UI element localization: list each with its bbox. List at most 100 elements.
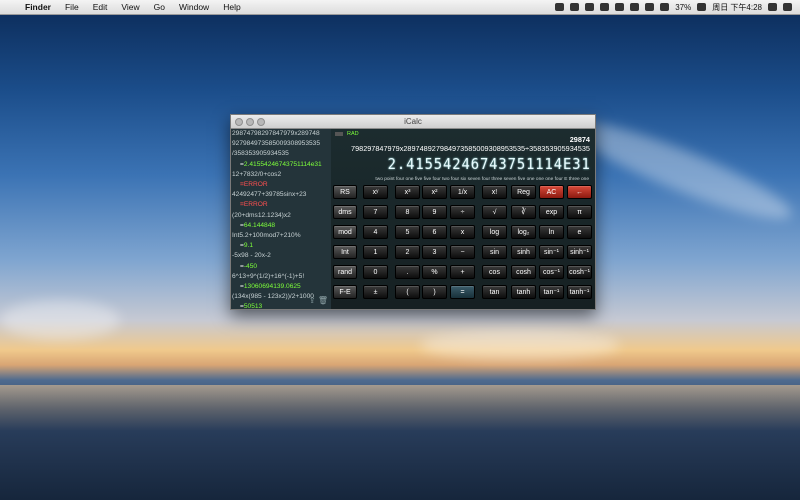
key-r3c4[interactable]: sin (482, 245, 507, 259)
volume-icon[interactable] (645, 3, 655, 11)
search-icon[interactable] (768, 3, 777, 11)
cloud (0, 300, 120, 340)
key-r0c4[interactable]: x! (482, 185, 507, 199)
menu-finder[interactable]: Finder (18, 2, 58, 12)
key-r0c0[interactable]: xʸ (363, 185, 388, 199)
key-r4c7[interactable]: cosh⁻¹ (567, 265, 592, 279)
history-expression[interactable]: 6^13+9^(1/2)+16^(-1)+5! (232, 272, 332, 282)
menu-help[interactable]: Help (216, 2, 247, 12)
history-result[interactable]: =13060694139.0625 (232, 282, 332, 292)
history-expression[interactable]: /358353905934535 (232, 149, 332, 159)
key-mod[interactable]: mod (333, 225, 357, 239)
share-icon[interactable]: ⇪ (309, 296, 316, 305)
menu-view[interactable]: View (114, 2, 146, 12)
display-icon[interactable] (600, 3, 610, 11)
key-r3c7[interactable]: sinh⁻¹ (567, 245, 592, 259)
menu-go[interactable]: Go (147, 2, 172, 12)
key-r2c0[interactable]: 4 (363, 225, 388, 239)
history-expression[interactable]: 12+7832/0+cos2 (232, 170, 332, 180)
key-r1c6[interactable]: exp (539, 205, 564, 219)
weibo-icon[interactable] (570, 3, 580, 11)
key-r5c4[interactable]: tan (482, 285, 507, 299)
menu-edit[interactable]: Edit (86, 2, 115, 12)
key-r3c0[interactable]: 1 (363, 245, 388, 259)
s-icon[interactable] (660, 3, 670, 11)
key-r4c5[interactable]: cosh (511, 265, 536, 279)
menu-file[interactable]: File (58, 2, 86, 12)
key-r3c6[interactable]: sin⁻¹ (539, 245, 564, 259)
key-r1c1[interactable]: 8 (395, 205, 420, 219)
key-r4c4[interactable]: cos (482, 265, 507, 279)
key-r5c2[interactable]: ) (422, 285, 447, 299)
key-r0c1[interactable]: x³ (395, 185, 420, 199)
key-r1c3[interactable]: ÷ (450, 205, 475, 219)
key-r4c0[interactable]: 0 (363, 265, 388, 279)
history-expression[interactable]: 927984973585009308953535 (232, 139, 332, 149)
key-int[interactable]: Int (333, 245, 357, 259)
key-r3c1[interactable]: 2 (395, 245, 420, 259)
window-title: iCalc (404, 117, 422, 126)
key-r0c5[interactable]: Reg (511, 185, 536, 199)
history-expression[interactable]: Int5.2+100mod7+210% (232, 231, 332, 241)
key-r5c7[interactable]: tanh⁻¹ (567, 285, 592, 299)
key-r5c5[interactable]: tanh (511, 285, 536, 299)
key-r2c6[interactable]: ln (539, 225, 564, 239)
key-r1c0[interactable]: 7 (363, 205, 388, 219)
key-r0c2[interactable]: x² (422, 185, 447, 199)
key-r2c7[interactable]: e (567, 225, 592, 239)
key-r0c3[interactable]: 1/x (450, 185, 475, 199)
history-error[interactable]: =ERROR (232, 180, 332, 190)
sea (0, 385, 800, 500)
key-r4c1[interactable]: . (395, 265, 420, 279)
wifi-icon[interactable] (615, 3, 625, 11)
minimize-button[interactable] (246, 118, 254, 126)
key-r4c6[interactable]: cos⁻¹ (539, 265, 564, 279)
key-r2c3[interactable]: x (450, 225, 475, 239)
history-expression[interactable]: 42492477+39785sinx+23 (232, 190, 332, 200)
key-r4c2[interactable]: % (422, 265, 447, 279)
key-dms[interactable]: dms (333, 205, 357, 219)
key-r2c5[interactable]: log₂ (511, 225, 536, 239)
history-error[interactable]: =ERROR (232, 200, 332, 210)
key-r2c4[interactable]: log (482, 225, 507, 239)
history-result[interactable]: =64.144848 (232, 221, 332, 231)
history-panel[interactable]: 29874798297847979x289748 9279849735850093… (231, 129, 332, 309)
qq-icon[interactable] (555, 3, 565, 11)
key-rs[interactable]: RS (333, 185, 357, 199)
key-r0c7[interactable]: ← (567, 185, 592, 199)
key-r5c1[interactable]: ( (395, 285, 420, 299)
title-bar[interactable]: iCalc (231, 115, 595, 129)
history-result[interactable]: =-450 (232, 262, 332, 272)
key-r5c6[interactable]: tan⁻¹ (539, 285, 564, 299)
history-expression[interactable]: (20+dms12.1234)x2 (232, 211, 332, 221)
notifications-icon[interactable] (783, 3, 792, 11)
history-result[interactable]: =2.41554246743751114e31 (232, 160, 332, 170)
sync-icon[interactable] (585, 3, 595, 11)
history-result[interactable]: =9.1 (232, 241, 332, 251)
key-r1c7[interactable]: π (567, 205, 592, 219)
battery-percent[interactable]: 37% (675, 3, 691, 12)
key-r2c1[interactable]: 5 (395, 225, 420, 239)
history-expression[interactable]: 29874798297847979x289748 (232, 129, 332, 139)
key-r5c3[interactable]: = (450, 285, 475, 299)
key-r3c3[interactable]: − (450, 245, 475, 259)
key-f-e[interactable]: F-E (333, 285, 357, 299)
key-r2c2[interactable]: 6 (422, 225, 447, 239)
key-r3c5[interactable]: sinh (511, 245, 536, 259)
close-button[interactable] (235, 118, 243, 126)
key-r4c3[interactable]: + (450, 265, 475, 279)
trash-icon[interactable]: 🗑 (318, 296, 328, 305)
key-r1c2[interactable]: 9 (422, 205, 447, 219)
key-r0c6[interactable]: AC (539, 185, 564, 199)
key-r1c5[interactable]: ∛ (511, 205, 536, 219)
history-expression[interactable]: -5x98 - 20x-2 (232, 251, 332, 261)
key-r3c2[interactable]: 3 (422, 245, 447, 259)
battery-icon[interactable] (697, 3, 707, 11)
key-rand[interactable]: rand (333, 265, 357, 279)
clock[interactable]: 周日 下午4:28 (712, 2, 762, 13)
key-r1c4[interactable]: √ (482, 205, 507, 219)
zoom-button[interactable] (257, 118, 265, 126)
key-r5c0[interactable]: ± (363, 285, 388, 299)
bluetooth-icon[interactable] (630, 3, 640, 11)
menu-window[interactable]: Window (172, 2, 216, 12)
